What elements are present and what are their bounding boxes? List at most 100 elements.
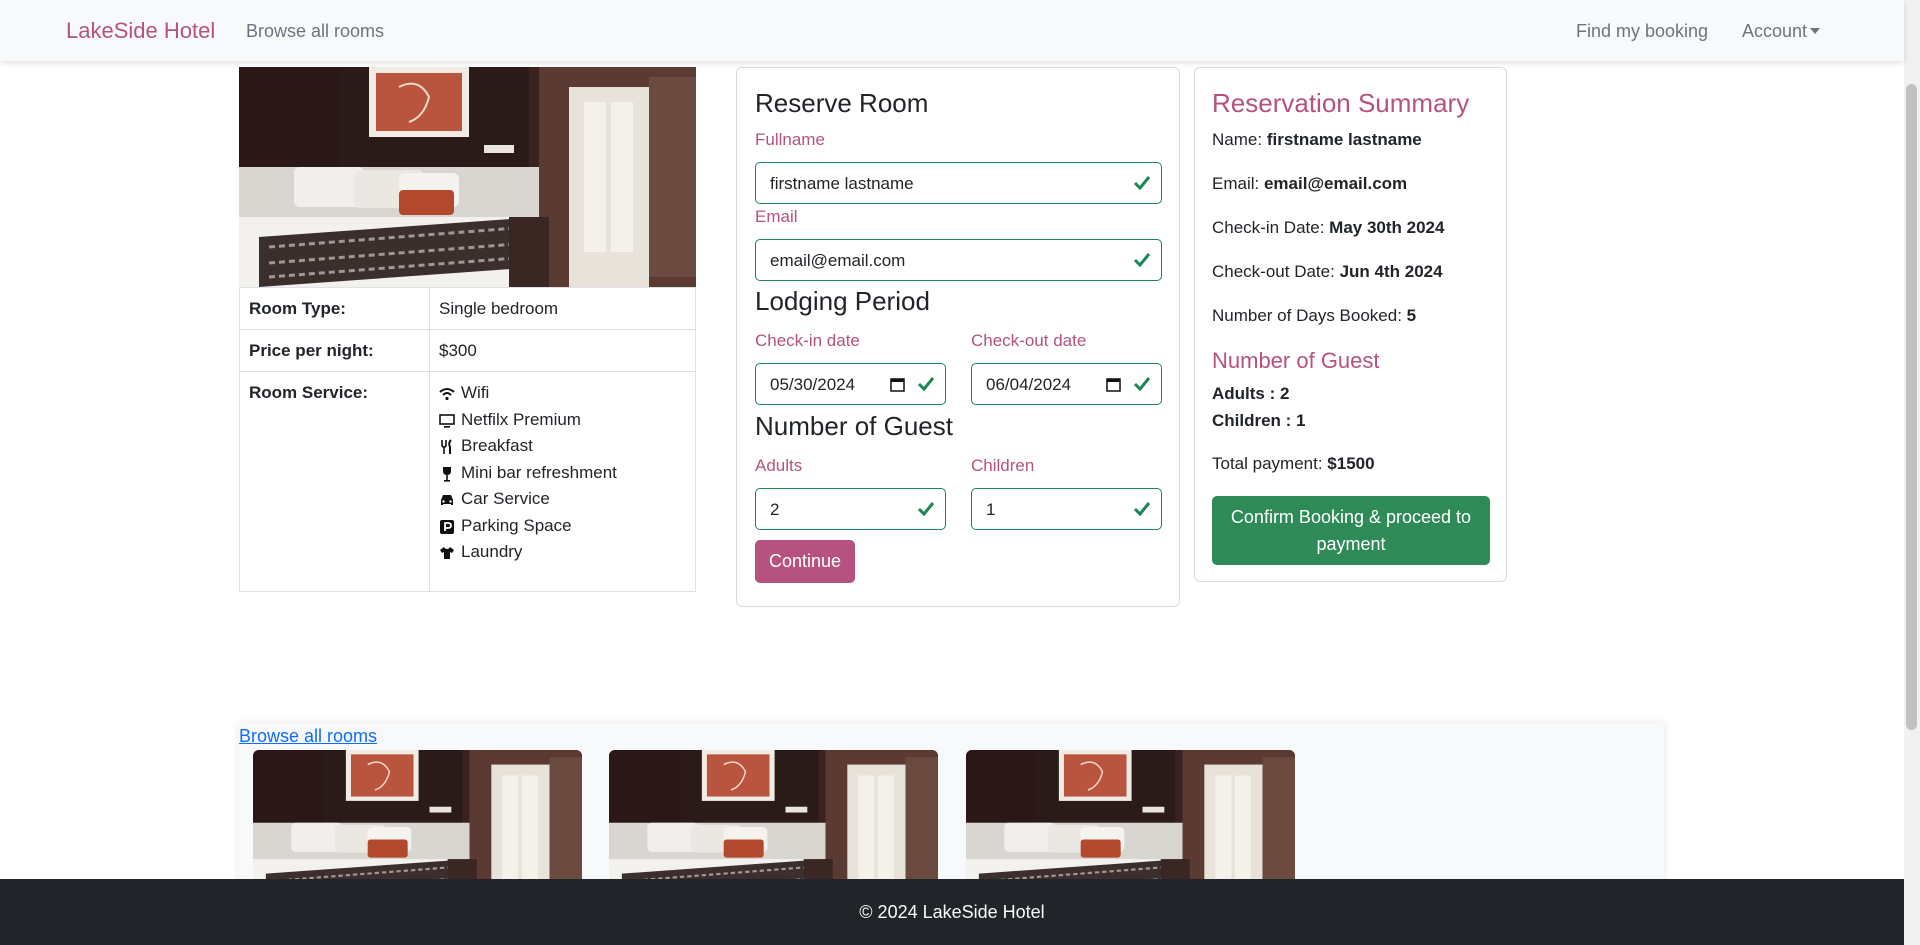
- top-navbar: LakeSide Hotel Browse all rooms Find my …: [0, 0, 1904, 61]
- summary-name: Name: firstname lastname: [1212, 130, 1422, 150]
- children-input[interactable]: 1: [971, 488, 1162, 530]
- summary-checkout-label: Check-out Date:: [1212, 262, 1335, 281]
- continue-button[interactable]: Continue: [755, 540, 855, 583]
- checkin-label: Check-in date: [755, 331, 860, 350]
- summary-checkout: Check-out Date: Jun 4th 2024: [1212, 262, 1443, 282]
- chevron-down-icon: [1810, 28, 1821, 34]
- list-item: Car Service: [439, 489, 686, 516]
- checkout-date-input[interactable]: 06/04/2024: [971, 363, 1162, 405]
- summary-total-label: Total payment:: [1212, 454, 1323, 473]
- calendar-icon[interactable]: [890, 377, 905, 392]
- calendar-icon[interactable]: [1106, 377, 1121, 392]
- check-icon: [1133, 502, 1151, 517]
- nav-find-my-booking[interactable]: Find my booking: [1576, 21, 1708, 42]
- page-scrollbar[interactable]: [1904, 0, 1920, 945]
- room-service-key: Room Service:: [239, 371, 430, 592]
- summary-total-value: $1500: [1327, 454, 1375, 473]
- checkin-input-value: 05/30/2024: [770, 375, 856, 394]
- fullname-input[interactable]: firstname lastname: [755, 162, 1162, 204]
- summary-checkout-value: Jun 4th 2024: [1339, 262, 1443, 281]
- summary-guest-title: Number of Guest: [1212, 348, 1380, 373]
- list-item: Breakfast: [439, 436, 686, 463]
- tshirt-icon: [440, 547, 454, 559]
- service-label: Breakfast: [461, 436, 533, 455]
- room-photo: [239, 67, 696, 287]
- room-type-key: Room Type:: [239, 287, 430, 330]
- reservation-summary-card: Reservation Summary Name: firstname last…: [1194, 67, 1507, 582]
- check-icon: [917, 377, 935, 392]
- reserve-room-card: Reserve Room Fullname firstname lastname…: [736, 67, 1180, 607]
- summary-checkin-label: Check-in Date:: [1212, 218, 1325, 237]
- list-item: Mini bar refreshment: [439, 463, 686, 490]
- service-label: Mini bar refreshment: [461, 462, 617, 482]
- table-row: Room Service: Wifi Netfilx Premium Break…: [239, 371, 696, 592]
- check-icon: [1133, 176, 1151, 191]
- room-type-value: Single bedroom: [429, 287, 696, 330]
- confirm-booking-button[interactable]: Confirm Booking & proceed to payment: [1212, 496, 1490, 565]
- lodging-period-title: Lodging Period: [755, 286, 930, 316]
- check-icon: [1133, 377, 1151, 392]
- service-label: Wifi: [461, 383, 490, 402]
- scrollbar-thumb[interactable]: [1906, 84, 1917, 730]
- footer: © 2024 LakeSide Hotel: [0, 879, 1904, 945]
- email-input[interactable]: email@email.com: [755, 239, 1162, 281]
- service-label: Laundry: [461, 542, 523, 561]
- children-input-value: 1: [986, 500, 996, 519]
- browse-all-rooms-link[interactable]: Browse all rooms: [239, 726, 377, 747]
- nav-browse-all-rooms[interactable]: Browse all rooms: [246, 21, 384, 42]
- table-row: Price per night: $300: [239, 329, 696, 372]
- service-label: Car Service: [461, 489, 550, 508]
- summary-days-label: Number of Days Booked:: [1212, 306, 1402, 325]
- list-item: Netfilx Premium: [439, 410, 686, 437]
- checkout-input-value: 06/04/2024: [986, 375, 1072, 394]
- checkin-date-input[interactable]: 05/30/2024: [755, 363, 946, 405]
- summary-name-value: firstname lastname: [1266, 130, 1422, 149]
- summary-total: Total payment: $1500: [1212, 454, 1375, 474]
- list-item: Wifi: [439, 383, 686, 410]
- adults-input[interactable]: 2: [755, 488, 946, 530]
- price-key: Price per night:: [239, 329, 430, 372]
- room-service-value: Wifi Netfilx Premium Breakfast Mini bar …: [429, 371, 696, 592]
- summary-children: Children : 1: [1212, 411, 1306, 430]
- number-of-guest-title: Number of Guest: [755, 411, 953, 441]
- summary-days: Number of Days Booked: 5: [1212, 306, 1416, 326]
- summary-adults: Adults : 2: [1212, 384, 1290, 403]
- reservation-summary-title: Reservation Summary: [1212, 88, 1470, 118]
- price-value: $300: [429, 329, 696, 372]
- tv-icon: [439, 413, 455, 428]
- list-item: Laundry: [439, 542, 686, 569]
- nav-account-label: Account: [1742, 21, 1808, 41]
- email-input-value: email@email.com: [770, 251, 906, 270]
- children-label: Children: [971, 456, 1035, 475]
- room-service-list: Wifi Netfilx Premium Breakfast Mini bar …: [439, 383, 686, 569]
- email-label: Email: [755, 207, 798, 226]
- footer-copyright: © 2024 LakeSide Hotel: [859, 902, 1045, 922]
- fullname-label: Fullname: [755, 130, 825, 149]
- summary-email: Email: email@email.com: [1212, 174, 1407, 194]
- adults-input-value: 2: [770, 500, 780, 519]
- service-label: Parking Space: [461, 515, 572, 535]
- service-label: Netfilx Premium: [461, 409, 581, 429]
- utensils-icon: [441, 439, 452, 454]
- wine-glass-icon: [443, 466, 451, 482]
- check-icon: [917, 502, 935, 517]
- fullname-input-value: firstname lastname: [770, 174, 914, 193]
- room-details-table: Room Type: Single bedroom Price per nigh…: [239, 287, 696, 592]
- car-icon: [441, 495, 453, 505]
- summary-checkin-value: May 30th 2024: [1329, 218, 1445, 237]
- wifi-icon: [439, 388, 455, 401]
- summary-checkin: Check-in Date: May 30th 2024: [1212, 218, 1444, 238]
- summary-email-label: Email:: [1212, 174, 1260, 193]
- summary-email-value: email@email.com: [1263, 174, 1408, 193]
- table-row: Room Type: Single bedroom: [239, 287, 696, 330]
- summary-name-label: Name:: [1212, 130, 1263, 149]
- checkout-label: Check-out date: [971, 331, 1087, 350]
- check-icon: [1133, 253, 1151, 268]
- nav-account-dropdown[interactable]: Account: [1742, 21, 1821, 42]
- summary-days-value: 5: [1406, 306, 1417, 325]
- reserve-room-title: Reserve Room: [755, 88, 929, 118]
- brand-logo-link[interactable]: LakeSide Hotel: [66, 18, 215, 44]
- parking-icon: [440, 519, 454, 534]
- adults-label: Adults: [755, 456, 803, 475]
- list-item: Parking Space: [439, 516, 686, 543]
